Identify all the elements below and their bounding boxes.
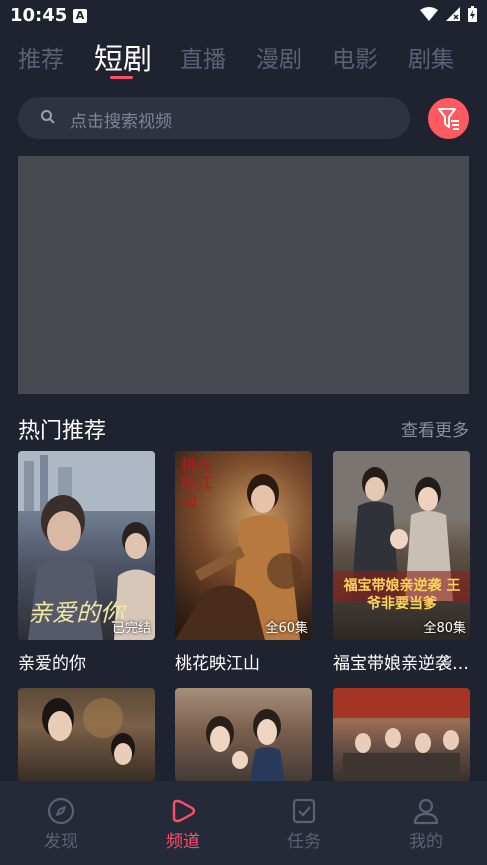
status-time: 10:45 — [10, 5, 68, 26]
episode-badge: 已完结 — [111, 621, 151, 636]
bottom-nav: 发现 频道 任务 我的 — [0, 781, 487, 865]
drama-poster — [175, 688, 312, 781]
play-icon — [172, 799, 196, 823]
status-icons — [420, 6, 477, 22]
wifi-icon — [420, 7, 438, 21]
drama-poster — [333, 688, 470, 781]
nav-channel[interactable]: 频道 — [143, 797, 223, 852]
episode-badge: 全60集 — [265, 621, 308, 636]
poster-title-art: 亲爱的你 — [28, 599, 124, 627]
section-title: 热门推荐 — [18, 419, 107, 444]
banner-carousel[interactable] — [18, 156, 469, 394]
search-icon — [41, 110, 55, 124]
drama-title: 桃花映江山 — [175, 654, 260, 674]
tab-series[interactable]: 剧集 — [408, 40, 454, 74]
poster-title-art: 福宝带娘亲逆袭 王爷非要当爹 — [343, 578, 461, 612]
nav-label: 任务 — [287, 832, 321, 852]
search-placeholder: 点击搜索视频 — [70, 112, 172, 132]
nav-profile[interactable]: 我的 — [386, 797, 466, 852]
drama-poster — [18, 688, 155, 781]
drama-title: 亲爱的你 — [18, 654, 86, 674]
task-icon — [292, 798, 316, 824]
profile-icon — [413, 798, 439, 825]
poster-title-art: 桃花映江山 — [181, 456, 214, 509]
drama-poster: 桃花映江山 全60集 — [175, 451, 312, 640]
status-bar: 10:45 A — [0, 0, 487, 34]
poster-art — [333, 688, 470, 781]
tab-short-drama[interactable]: 短剧 — [94, 36, 152, 78]
nav-tasks[interactable]: 任务 — [264, 797, 344, 852]
drama-poster: 福宝带娘亲逆袭 王爷非要当爹 全80集 — [333, 451, 470, 640]
see-more-link[interactable]: 查看更多 — [401, 416, 469, 441]
tab-live[interactable]: 直播 — [180, 40, 226, 74]
filter-button[interactable] — [428, 98, 469, 139]
compass-icon — [47, 797, 75, 825]
notification-icon: A — [73, 9, 87, 23]
tab-comic-drama[interactable]: 漫剧 — [256, 40, 302, 74]
category-tabs: 推荐 短剧 直播 漫剧 电影 剧集 — [0, 38, 487, 88]
battery-icon — [468, 6, 477, 22]
poster-art — [206, 709, 285, 781]
episode-badge: 全80集 — [423, 621, 466, 636]
active-tab-indicator — [110, 76, 133, 79]
poster-art — [42, 698, 135, 765]
tab-movie[interactable]: 电影 — [332, 40, 378, 74]
filter-icon — [438, 108, 459, 130]
search-bar[interactable]: 点击搜索视频 — [18, 97, 410, 139]
drama-poster: 亲爱的你 已完结 — [18, 451, 155, 640]
drama-title: 福宝带娘亲逆袭，王爷非要当爹 — [333, 654, 470, 674]
nav-label: 频道 — [166, 832, 200, 852]
nav-discover[interactable]: 发现 — [21, 797, 101, 852]
signal-icon — [446, 7, 460, 21]
nav-label: 我的 — [409, 832, 443, 852]
nav-label: 发现 — [44, 832, 78, 852]
tab-recommend[interactable]: 推荐 — [18, 40, 64, 74]
